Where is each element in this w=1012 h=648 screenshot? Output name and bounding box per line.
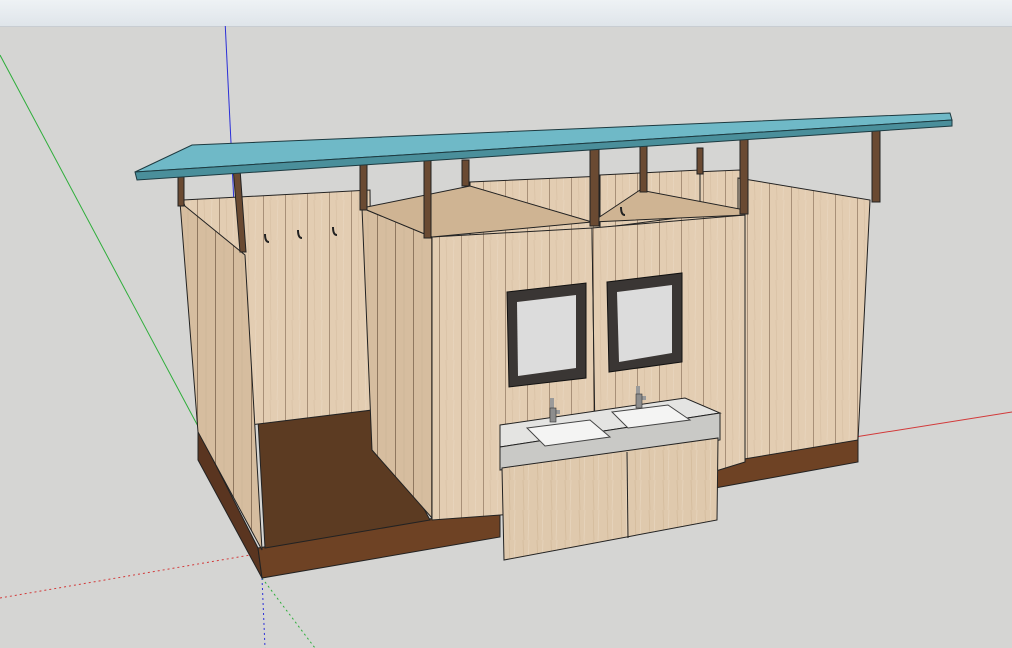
scene-canvas[interactable]: [0, 26, 1012, 648]
slanted-roof[interactable]: [134, 112, 953, 181]
mirror-right[interactable]: [606, 272, 683, 373]
mirror-left[interactable]: [506, 282, 587, 388]
red-axis: [854, 411, 1012, 438]
right-side-wall[interactable]: [737, 177, 871, 461]
blue-axis-dotted: [261, 577, 266, 648]
red-axis-dotted: [0, 552, 263, 599]
toolbar-strip: [0, 0, 1012, 27]
green-axis: [0, 54, 201, 431]
sink-vanity[interactable]: [499, 397, 722, 561]
model-viewport[interactable]: [0, 26, 1012, 648]
green-axis-dotted: [261, 577, 316, 648]
